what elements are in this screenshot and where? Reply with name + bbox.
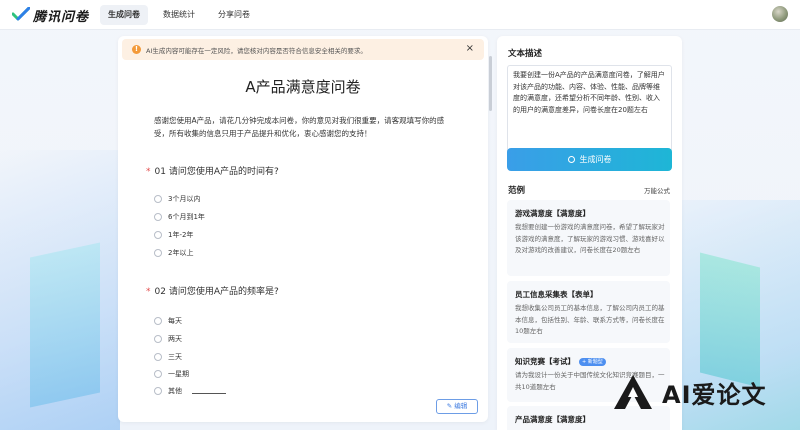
survey-title: A产品满意度问卷 <box>245 78 361 96</box>
example-title: 产品满意度【满意度】 <box>515 415 590 424</box>
example-title: 游戏满意度【满意度】 <box>515 209 590 218</box>
other-text-input[interactable] <box>192 388 226 394</box>
example-body: 我想要创建一份游戏的满意度问卷，希望了解玩家对该游戏的满意度，了解玩家的游戏习惯… <box>515 223 665 254</box>
radio-button[interactable] <box>154 387 162 395</box>
examples-heading: 范例 <box>508 186 526 196</box>
survey-intro: 感谢您使用A产品，请花几分钟完成本问卷，你的意见对我们很重要，请客观填写你的感受… <box>154 116 445 138</box>
edit-button-label: 编辑 <box>454 402 468 410</box>
generate-survey-button[interactable]: 生成问卷 <box>507 148 672 171</box>
universal-formula-link[interactable]: 万能公式 <box>644 185 670 195</box>
watermark-text: AI爱论文 <box>662 381 767 409</box>
example-card[interactable]: 员工信息采集表【表单】 我想收集公司员工的基本信息，了解公司内员工的基本信息，包… <box>507 281 670 343</box>
user-avatar[interactable] <box>772 6 788 22</box>
watermark-logo-icon <box>614 375 652 409</box>
example-title: 知识竞赛【考试】 <box>515 357 575 366</box>
option-label: 2年以上 <box>168 249 194 257</box>
example-card[interactable]: 游戏满意度【满意度】 我想要创建一份游戏的满意度问卷，希望了解玩家对该游戏的满意… <box>507 200 670 276</box>
question-number: 01 <box>154 167 166 177</box>
watermark: AI爱论文 <box>612 371 792 415</box>
survey-preview-panel: ! AI生成内容可能存在一定风险，请您核对内容是否符合信息安全相关的要求。 × … <box>118 36 488 422</box>
option-label: 一星期 <box>168 370 189 378</box>
tab-share-survey[interactable]: 分享问卷 <box>210 5 258 25</box>
form-scrollbar[interactable] <box>489 36 493 422</box>
question-text: 请问您使用A产品的频率是? <box>168 287 279 297</box>
background-decoration-left-accent <box>30 242 100 408</box>
notice-text: AI生成内容可能存在一定风险，请您核对内容是否符合信息安全相关的要求。 <box>146 47 367 55</box>
option-label: 两天 <box>168 335 182 343</box>
scrollbar-thumb[interactable] <box>489 56 492 111</box>
question-number: 02 <box>154 287 166 297</box>
radio-option[interactable]: 1年-2年 <box>154 230 193 240</box>
text-description-heading: 文本描述 <box>508 49 543 59</box>
loading-ring-icon <box>567 156 575 163</box>
radio-button[interactable] <box>154 353 162 361</box>
radio-option[interactable]: 三天 <box>154 352 182 362</box>
radio-option[interactable]: 3个月以内 <box>154 194 200 204</box>
warning-icon: ! <box>132 45 141 54</box>
radio-option[interactable]: 两天 <box>154 334 182 344</box>
close-icon[interactable]: × <box>466 43 474 54</box>
radio-option[interactable]: 2年以上 <box>154 248 193 258</box>
background-decoration-right-accent <box>700 252 760 388</box>
option-label: 三天 <box>168 353 182 361</box>
example-body: 我想收集公司员工的基本信息，了解公司内员工的基本信息，包括性别、年龄、联系方式等… <box>515 304 665 335</box>
question-text: 请问您使用A产品的时间有? <box>168 167 279 177</box>
radio-button[interactable] <box>154 213 162 221</box>
question-title: * 01 请问您使用A产品的时间有? <box>146 164 279 177</box>
radio-button[interactable] <box>154 317 162 325</box>
logo-check-icon <box>12 7 30 21</box>
radio-button[interactable] <box>154 231 162 239</box>
radio-button[interactable] <box>154 335 162 343</box>
radio-button[interactable] <box>154 249 162 257</box>
new-question-type-badge: + 新题型 <box>579 358 606 366</box>
tab-data-statistics[interactable]: 数据统计 <box>155 5 203 25</box>
generate-button-label: 生成问卷 <box>579 155 612 164</box>
radio-option[interactable]: 一星期 <box>154 369 189 379</box>
option-label: 每天 <box>168 317 182 325</box>
option-label: 1年-2年 <box>168 231 194 239</box>
radio-option[interactable]: 每天 <box>154 316 182 326</box>
tab-generate-survey[interactable]: 生成问卷 <box>100 5 148 25</box>
example-title: 员工信息采集表【表单】 <box>515 290 598 299</box>
ai-risk-notice: ! AI生成内容可能存在一定风险，请您核对内容是否符合信息安全相关的要求。 × <box>122 39 484 60</box>
option-label: 3个月以内 <box>168 195 201 203</box>
example-title-row: 知识竞赛【考试】 + 新题型 <box>515 356 606 367</box>
required-mark: * <box>146 287 151 297</box>
radio-option[interactable]: 6个月到1年 <box>154 212 205 222</box>
option-label: 其他 <box>168 387 182 395</box>
radio-button[interactable] <box>154 370 162 378</box>
radio-option-other[interactable]: 其他 <box>154 386 226 396</box>
top-navigation-bar: 腾讯问卷 生成问卷 数据统计 分享问卷 <box>0 0 800 30</box>
radio-button[interactable] <box>154 195 162 203</box>
app-logo-text[interactable]: 腾讯问卷 <box>33 6 89 25</box>
question-title: * 02 请问您使用A产品的频率是? <box>146 284 279 297</box>
required-mark: * <box>146 167 151 177</box>
option-label: 6个月到1年 <box>168 213 205 221</box>
edit-button[interactable]: ✎ 编辑 <box>436 399 478 414</box>
